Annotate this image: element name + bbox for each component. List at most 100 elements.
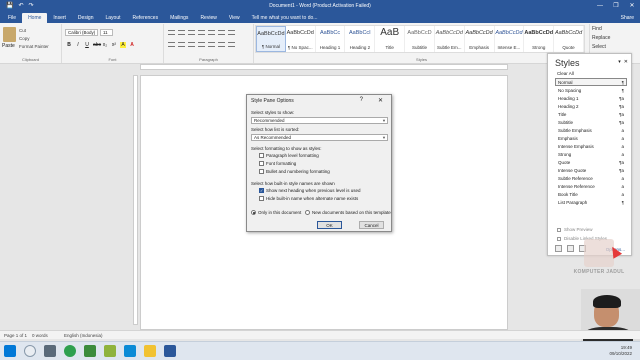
- increase-indent-icon[interactable]: [208, 30, 215, 35]
- tab-insert[interactable]: Insert: [47, 13, 72, 23]
- list-item[interactable]: Title ¶a: [555, 110, 627, 118]
- checkbox[interactable]: [259, 196, 264, 201]
- bullet-numbering-option[interactable]: Bullet and numbering formatting: [259, 169, 330, 174]
- highlight-button[interactable]: A: [120, 42, 126, 48]
- bullets-icon[interactable]: [168, 30, 175, 35]
- task-view-icon[interactable]: [44, 345, 56, 357]
- close-window-button[interactable]: ✕: [624, 0, 640, 12]
- page-count[interactable]: Page 1 of 1: [4, 333, 27, 338]
- decrease-indent-icon[interactable]: [198, 30, 205, 35]
- font-size-box[interactable]: 11: [100, 29, 113, 36]
- checkbox[interactable]: [259, 161, 264, 166]
- checkbox[interactable]: [259, 153, 264, 158]
- paragraph-formatting-option[interactable]: Paragraph level formatting: [259, 153, 319, 158]
- list-item[interactable]: Intense Reference a: [555, 182, 627, 190]
- style-emphasis[interactable]: AaBbCcDd Emphasis: [465, 26, 495, 52]
- start-icon[interactable]: [4, 345, 16, 357]
- radio-selected[interactable]: [251, 210, 256, 215]
- maximize-button[interactable]: ❐: [608, 0, 624, 12]
- system-tray[interactable]: 19:49 09/10/2022: [609, 345, 632, 357]
- tab-file[interactable]: File: [2, 13, 22, 23]
- style-subtle-emphasis[interactable]: AaBbCcDd Subtle Em...: [435, 26, 465, 52]
- file-explorer-icon[interactable]: [144, 345, 156, 357]
- font-formatting-option[interactable]: Font formatting: [259, 161, 296, 166]
- radio[interactable]: [305, 210, 310, 215]
- language-indicator[interactable]: English (Indonesia): [64, 333, 103, 338]
- app-icon[interactable]: [84, 345, 96, 357]
- select-styles-dropdown[interactable]: Recommended ▼: [251, 117, 388, 124]
- show-preview-checkbox[interactable]: [557, 227, 561, 232]
- app-icon[interactable]: [104, 345, 116, 357]
- style-title[interactable]: AaB Title: [375, 26, 406, 52]
- tab-review[interactable]: Review: [194, 13, 222, 23]
- paste-button[interactable]: Paste: [2, 43, 15, 49]
- pane-close-icon[interactable]: ✕: [624, 59, 628, 65]
- align-left-icon[interactable]: [168, 42, 175, 47]
- list-item[interactable]: List Paragraph ¶: [555, 198, 627, 206]
- checkbox[interactable]: [259, 169, 264, 174]
- tab-references[interactable]: References: [127, 13, 165, 23]
- style-heading-1[interactable]: AaBbCc Heading 1: [316, 26, 346, 52]
- list-item[interactable]: Subtle Emphasis a: [555, 126, 627, 134]
- underline-button[interactable]: U: [84, 42, 90, 48]
- share-button[interactable]: Share: [621, 13, 634, 23]
- search-icon[interactable]: [24, 345, 36, 357]
- dialog-close-button[interactable]: ✕: [378, 97, 383, 104]
- justify-icon[interactable]: [198, 42, 205, 47]
- minimize-button[interactable]: —: [592, 0, 608, 12]
- numbering-icon[interactable]: [178, 30, 185, 35]
- list-item[interactable]: Heading 2 ¶a: [555, 102, 627, 110]
- format-painter-button[interactable]: Format Painter: [19, 44, 49, 49]
- cancel-button[interactable]: Cancel: [359, 221, 384, 229]
- list-item[interactable]: Intense Quote ¶a: [555, 166, 627, 174]
- font-name-box[interactable]: Calibri (Body): [65, 29, 98, 36]
- find-button[interactable]: Find: [592, 25, 638, 34]
- list-item[interactable]: Subtitle ¶a: [555, 118, 627, 126]
- line-spacing-icon[interactable]: [208, 42, 215, 47]
- replace-button[interactable]: Replace: [592, 34, 638, 43]
- bold-button[interactable]: B: [66, 42, 72, 48]
- align-center-icon[interactable]: [178, 42, 185, 47]
- style-heading-2[interactable]: AaBbCcI Heading 2: [345, 26, 376, 52]
- list-item[interactable]: Book Title a: [555, 190, 627, 198]
- tell-me-search[interactable]: Tell me what you want to do...: [252, 13, 318, 23]
- font-color-button[interactable]: A: [129, 42, 135, 48]
- superscript-button[interactable]: x²: [111, 42, 117, 48]
- clear-all-item[interactable]: Clear All: [557, 71, 574, 76]
- borders-icon[interactable]: [228, 42, 235, 47]
- chrome-icon[interactable]: [64, 345, 76, 357]
- tab-view[interactable]: View: [223, 13, 246, 23]
- style-quote[interactable]: AaBbCcDd Quote: [554, 26, 584, 52]
- show-marks-icon[interactable]: [228, 30, 235, 35]
- list-item[interactable]: Emphasis a: [555, 134, 627, 142]
- list-item[interactable]: Heading 1 ¶a: [555, 94, 627, 102]
- subscript-button[interactable]: x₂: [102, 42, 108, 48]
- list-item[interactable]: Normal ¶: [555, 78, 627, 86]
- new-documents-option[interactable]: New documents based on this template: [305, 210, 391, 215]
- select-button[interactable]: Select: [592, 43, 638, 52]
- italic-button[interactable]: I: [75, 42, 81, 48]
- sort-icon[interactable]: [218, 30, 225, 35]
- checkbox-checked[interactable]: ✓: [259, 188, 264, 193]
- tab-home[interactable]: Home: [22, 13, 48, 23]
- list-item[interactable]: Intense Emphasis a: [555, 142, 627, 150]
- cut-button[interactable]: Cut: [19, 28, 26, 33]
- app-icon[interactable]: [124, 345, 136, 357]
- word-icon[interactable]: [164, 345, 176, 357]
- style-subtitle[interactable]: AaBbCcD Subtitle: [405, 26, 435, 52]
- copy-button[interactable]: Copy: [19, 36, 30, 41]
- show-next-heading-option[interactable]: ✓ Show next heading when previous level i…: [259, 188, 361, 193]
- tab-layout[interactable]: Layout: [100, 13, 127, 23]
- paste-icon[interactable]: [3, 27, 16, 42]
- strikethrough-button[interactable]: abc: [93, 42, 101, 48]
- style-normal[interactable]: AaBbCcDd ¶ Normal: [256, 26, 286, 52]
- help-button[interactable]: ?: [360, 97, 363, 103]
- shading-icon[interactable]: [218, 42, 225, 47]
- tab-mailings[interactable]: Mailings: [164, 13, 194, 23]
- style-intense-emphasis[interactable]: AaBbCcDd Intense E...: [495, 26, 525, 52]
- list-item[interactable]: Quote ¶a: [555, 158, 627, 166]
- word-count[interactable]: 0 words: [32, 333, 48, 338]
- style-strong[interactable]: AaBbCcDd Strong: [524, 26, 555, 52]
- sort-dropdown[interactable]: As Recommended ▼: [251, 134, 388, 141]
- pane-options-icon[interactable]: ▾: [618, 59, 621, 65]
